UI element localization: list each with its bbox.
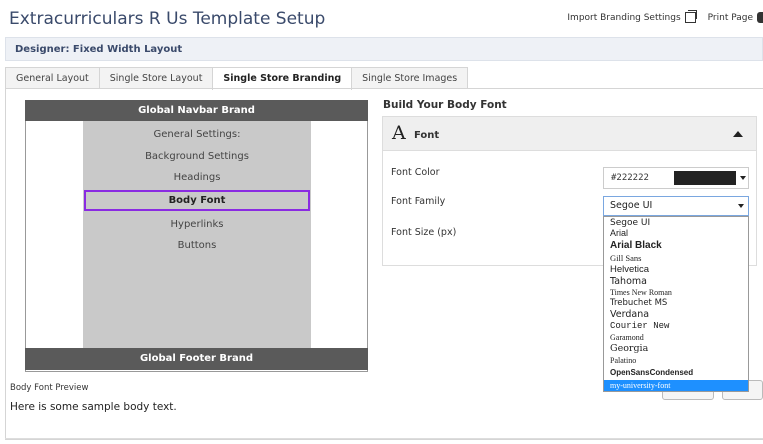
font-option[interactable]: Arial xyxy=(610,228,628,238)
font-color-value: #222222 xyxy=(611,173,649,183)
font-option[interactable]: Palatino xyxy=(610,356,636,365)
global-footer-brand[interactable]: Global Footer Brand xyxy=(25,348,368,370)
font-option[interactable]: Helvetica xyxy=(610,264,649,275)
font-option[interactable]: Garamond xyxy=(610,333,644,342)
tab-general-layout[interactable]: General Layout xyxy=(5,67,100,89)
chevron-down-icon xyxy=(740,176,746,180)
tab-bar: General Layout Single Store Layout Singl… xyxy=(5,67,469,90)
header-actions: Import Branding Settings Print Page xyxy=(567,10,763,23)
font-family-value: Segoe UI xyxy=(610,200,653,211)
settings-item-body-font[interactable]: Body Font xyxy=(84,190,310,211)
tab-single-store-branding[interactable]: Single Store Branding xyxy=(212,67,353,90)
chevron-down-icon xyxy=(738,204,744,208)
font-option-highlighted[interactable]: my-university-font xyxy=(604,380,748,391)
font-option[interactable]: Arial Black xyxy=(610,240,662,251)
page-title: Extracurriculars R Us Template Setup xyxy=(9,9,326,29)
import-branding-button[interactable]: Import Branding Settings xyxy=(567,10,697,23)
font-option[interactable]: Segoe UI xyxy=(610,218,650,228)
font-option[interactable]: OpenSansCondensed xyxy=(610,368,693,377)
print-icon xyxy=(757,12,763,23)
global-navbar-brand[interactable]: Global Navbar Brand xyxy=(25,100,368,121)
collapse-caret-icon[interactable] xyxy=(733,131,743,137)
designer-bar: Designer: Fixed Width Layout xyxy=(5,37,763,61)
font-size-label: Font Size (px) xyxy=(391,227,457,238)
tab-single-store-images[interactable]: Single Store Images xyxy=(351,67,469,89)
color-swatch xyxy=(674,171,736,185)
font-card-title: Font xyxy=(414,130,440,141)
divider xyxy=(5,438,763,439)
font-letter-icon: A xyxy=(392,122,406,144)
tab-single-store-layout[interactable]: Single Store Layout xyxy=(98,67,214,89)
font-family-label: Font Family xyxy=(391,196,446,207)
print-page-button[interactable]: Print Page xyxy=(708,12,763,23)
settings-item-background[interactable]: Background Settings xyxy=(83,151,311,162)
font-option[interactable]: Courier New xyxy=(610,321,669,331)
settings-item-buttons[interactable]: Buttons xyxy=(83,240,311,251)
print-page-label: Print Page xyxy=(707,12,753,23)
settings-item-general[interactable]: General Settings: xyxy=(83,129,311,140)
settings-item-hyperlinks[interactable]: Hyperlinks xyxy=(83,219,311,230)
font-option[interactable]: Gill Sans xyxy=(610,253,641,263)
font-option[interactable]: Times New Roman xyxy=(610,288,672,297)
body-font-preview-label: Body Font Preview xyxy=(10,383,89,393)
font-color-label: Font Color xyxy=(391,167,440,178)
font-option[interactable]: Trebuchet MS xyxy=(610,298,667,308)
settings-item-headings[interactable]: Headings xyxy=(83,172,311,183)
settings-column: General Settings: Background Settings He… xyxy=(83,121,311,348)
font-option[interactable]: Verdana xyxy=(610,309,649,320)
font-option[interactable]: Tahoma xyxy=(610,276,647,287)
font-option[interactable]: Georgia xyxy=(610,343,648,354)
sample-body-text: Here is some sample body text. xyxy=(10,401,177,413)
builder-title: Build Your Body Font xyxy=(383,99,507,111)
copy-icon xyxy=(684,10,697,23)
import-branding-label: Import Branding Settings xyxy=(567,12,681,23)
